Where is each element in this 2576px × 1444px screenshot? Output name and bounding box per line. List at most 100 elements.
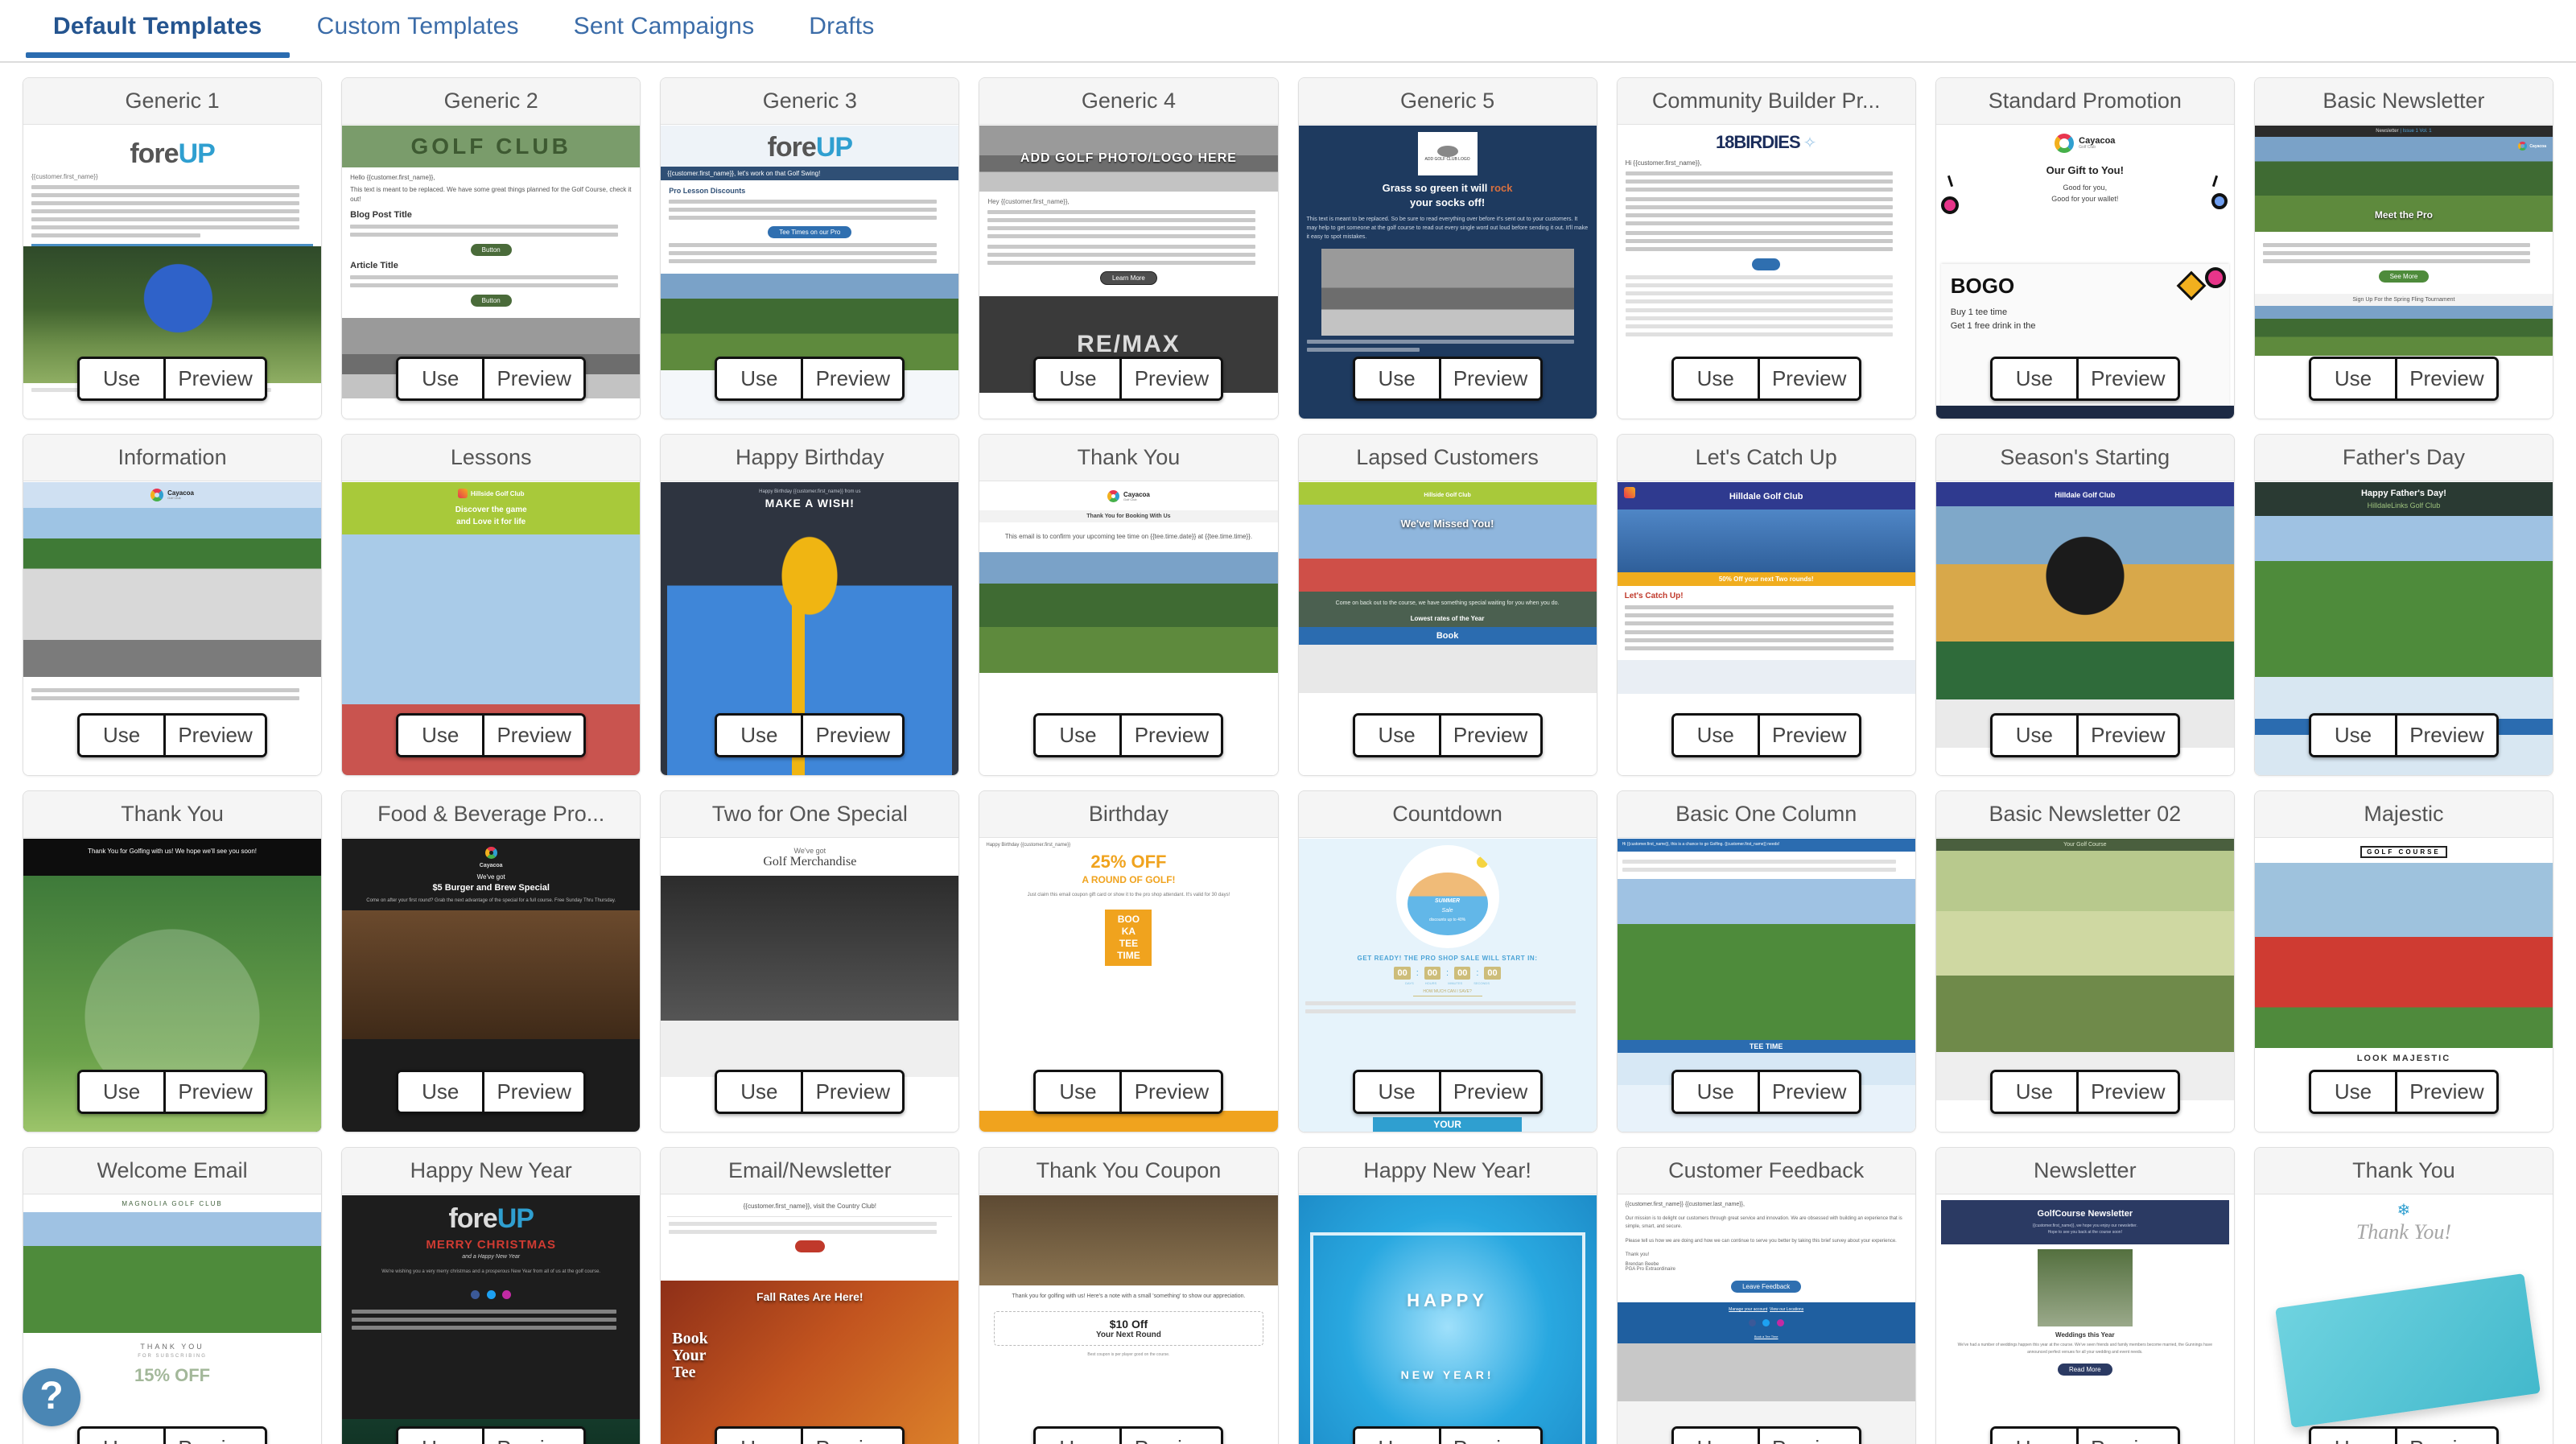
template-card[interactable]: Food & Beverage Pro... Cayacoa We've got… (341, 790, 641, 1133)
preview-button[interactable]: Preview (1119, 716, 1222, 755)
template-card[interactable]: Let's Catch Up Hilldale Golf Club 50% Of… (1616, 434, 1916, 776)
template-card[interactable]: Season's Starting Hilldale Golf Club Use… (1935, 434, 2235, 776)
template-card[interactable]: Thank You Coupon Thank you for golfing w… (979, 1147, 1279, 1444)
template-card[interactable]: Generic 3 foreUP {{customer.first_name}}… (660, 77, 960, 419)
use-button[interactable]: Use (1354, 1429, 1439, 1444)
template-card[interactable]: Information Cayacoa Golf Club Use Previe… (23, 434, 323, 776)
template-card[interactable]: Thank You ❄ Thank You! Use Preview (2253, 1147, 2553, 1444)
preview-button[interactable]: Preview (1757, 1072, 1859, 1112)
use-button[interactable]: Use (717, 1072, 802, 1112)
use-button[interactable]: Use (398, 716, 483, 755)
use-button[interactable]: Use (2310, 1429, 2395, 1444)
preview-button[interactable]: Preview (1438, 1072, 1540, 1112)
template-card[interactable]: Generic 1 foreUP {{customer.first_name}}… (23, 77, 323, 419)
use-button[interactable]: Use (2310, 716, 2395, 755)
preview-button[interactable]: Preview (163, 716, 266, 755)
template-card[interactable]: Basic One Column Hi {{customer.first_nam… (1616, 790, 1916, 1133)
preview-button[interactable]: Preview (1438, 716, 1540, 755)
use-button[interactable]: Use (1992, 1429, 2076, 1444)
tab-custom-templates[interactable]: Custom Templates (290, 0, 546, 56)
use-button[interactable]: Use (1992, 359, 2076, 398)
preview-button[interactable]: Preview (1757, 359, 1859, 398)
use-button[interactable]: Use (1354, 359, 1439, 398)
preview-button[interactable]: Preview (2075, 1072, 2178, 1112)
preview-button[interactable]: Preview (1438, 359, 1540, 398)
template-card[interactable]: Birthday Happy Birthday {{customer.first… (979, 790, 1279, 1133)
preview-button[interactable]: Preview (482, 1072, 584, 1112)
use-button[interactable]: Use (398, 1072, 483, 1112)
use-button[interactable]: Use (1673, 1072, 1758, 1112)
preview-button[interactable]: Preview (1438, 1429, 1540, 1444)
preview-button[interactable]: Preview (482, 359, 584, 398)
use-button[interactable]: Use (2310, 1072, 2395, 1112)
use-button[interactable]: Use (80, 716, 164, 755)
use-button[interactable]: Use (398, 1429, 483, 1444)
preview-button[interactable]: Preview (2394, 359, 2496, 398)
preview-button[interactable]: Preview (163, 1429, 266, 1444)
template-card[interactable]: Lessons Hillside Golf Club Discover the … (341, 434, 641, 776)
use-button[interactable]: Use (1673, 716, 1758, 755)
tab-default-templates[interactable]: Default Templates (26, 0, 290, 58)
use-button[interactable]: Use (717, 359, 802, 398)
preview-button[interactable]: Preview (1119, 359, 1222, 398)
preview-button[interactable]: Preview (1119, 1072, 1222, 1112)
template-card[interactable]: Community Builder Pr... 18BIRDIES ✧ Hi {… (1616, 77, 1916, 419)
template-card[interactable]: Basic Newsletter 02 Your Golf Course Use… (1935, 790, 2235, 1133)
template-card[interactable]: Thank You Cayacoa Golf Club Thank You fo… (979, 434, 1279, 776)
use-button[interactable]: Use (1354, 1072, 1439, 1112)
use-button[interactable]: Use (1036, 359, 1120, 398)
preview-button[interactable]: Preview (2075, 359, 2178, 398)
tab-drafts[interactable]: Drafts (781, 0, 901, 56)
preview-button[interactable]: Preview (163, 359, 266, 398)
use-button[interactable]: Use (1036, 1072, 1120, 1112)
use-button[interactable]: Use (1036, 716, 1120, 755)
tab-sent-campaigns[interactable]: Sent Campaigns (546, 0, 782, 56)
preview-button[interactable]: Preview (2394, 1072, 2496, 1112)
template-card[interactable]: Happy New Year foreUP MERRY CHRISTMAS an… (341, 1147, 641, 1444)
help-question-icon[interactable]: ? (23, 1368, 80, 1426)
template-card[interactable]: Happy Birthday Happy Birthday {{customer… (660, 434, 960, 776)
template-card[interactable]: Generic 5 ADD GOLF CLUB LOGO Grass so gr… (1297, 77, 1597, 419)
template-card[interactable]: Happy New Year! HAPPY NEW YEAR! Use Prev… (1297, 1147, 1597, 1444)
preview-button[interactable]: Preview (801, 1072, 903, 1112)
use-button[interactable]: Use (1673, 359, 1758, 398)
template-card[interactable]: Father's Day Happy Father's Day! Hilldal… (2253, 434, 2553, 776)
use-button[interactable]: Use (717, 1429, 802, 1444)
preview-button[interactable]: Preview (2394, 716, 2496, 755)
preview-button[interactable]: Preview (801, 359, 903, 398)
template-card[interactable]: Generic 4 ADD GOLF PHOTO/LOGO HERE Hey {… (979, 77, 1279, 419)
use-button[interactable]: Use (1036, 1429, 1120, 1444)
template-card[interactable]: Generic 2 GOLF CLUB Hello {{customer.fir… (341, 77, 641, 419)
preview-button[interactable]: Preview (1757, 716, 1859, 755)
use-button[interactable]: Use (717, 716, 802, 755)
template-card[interactable]: Standard Promotion Cayacoa Golf Club Our… (1935, 77, 2235, 419)
template-card[interactable]: Majestic GOLF COURSE LOOK MAJESTIC Use P… (2253, 790, 2553, 1133)
use-button[interactable]: Use (1673, 1429, 1758, 1444)
use-button[interactable]: Use (398, 359, 483, 398)
preview-button[interactable]: Preview (801, 1429, 903, 1444)
preview-button[interactable]: Preview (2075, 716, 2178, 755)
preview-button[interactable]: Preview (482, 1429, 584, 1444)
preview-button[interactable]: Preview (482, 716, 584, 755)
preview-button[interactable]: Preview (801, 716, 903, 755)
preview-button[interactable]: Preview (2075, 1429, 2178, 1444)
template-card[interactable]: Two for One Special We've got Golf Merch… (660, 790, 960, 1133)
preview-button[interactable]: Preview (1757, 1429, 1859, 1444)
template-card[interactable]: Lapsed Customers Hillside Golf Club We'v… (1297, 434, 1597, 776)
use-button[interactable]: Use (1354, 716, 1439, 755)
template-card[interactable]: Thank You Thank You for Golfing with us!… (23, 790, 323, 1133)
template-card[interactable]: Countdown SUMMER Sale discounts up to 40… (1297, 790, 1597, 1133)
use-button[interactable]: Use (2310, 359, 2395, 398)
use-button[interactable]: Use (80, 359, 164, 398)
preview-button[interactable]: Preview (2394, 1429, 2496, 1444)
template-card[interactable]: Email/Newsletter {{customer.first_name}}… (660, 1147, 960, 1444)
template-card[interactable]: Newsletter GolfCourse Newsletter {{custo… (1935, 1147, 2235, 1444)
use-button[interactable]: Use (1992, 1072, 2076, 1112)
preview-button[interactable]: Preview (163, 1072, 266, 1112)
use-button[interactable]: Use (80, 1072, 164, 1112)
template-card[interactable]: Basic Newsletter Newsletter | Issue 1 Vo… (2253, 77, 2553, 419)
use-button[interactable]: Use (1992, 716, 2076, 755)
preview-button[interactable]: Preview (1119, 1429, 1222, 1444)
template-card[interactable]: Customer Feedback {{customer.first_name}… (1616, 1147, 1916, 1444)
use-button[interactable]: Use (80, 1429, 164, 1444)
